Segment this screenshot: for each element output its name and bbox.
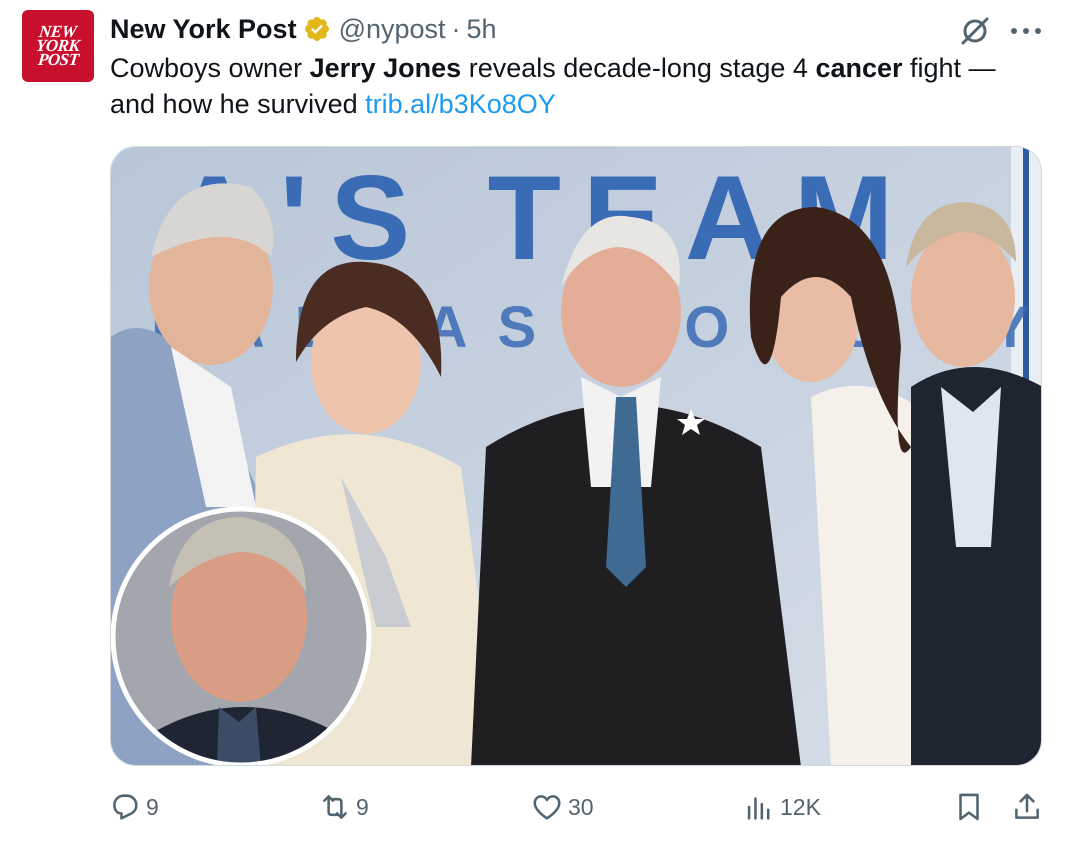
reply-button[interactable]: 9 [108, 790, 159, 824]
avatar[interactable]: NEW YORK POST [22, 10, 94, 82]
more-options-icon[interactable] [1004, 14, 1048, 48]
post-bold-jerry-jones: Jerry Jones [309, 53, 462, 83]
reply-icon [113, 794, 138, 820]
bookmark-button[interactable] [952, 790, 986, 824]
repost-button[interactable]: 9 [318, 790, 369, 824]
repost-count: 9 [356, 793, 369, 820]
post-bold-cancer: cancer [815, 53, 903, 83]
post-link[interactable]: trib.al/b3Ko8OY [365, 89, 556, 119]
views-count: 12K [780, 793, 821, 820]
action-bar: 9 9 30 12K [0, 784, 1072, 832]
post-text-part-2: reveals decade-long stage 4 [461, 53, 816, 83]
grok-icon[interactable] [958, 14, 992, 48]
like-button[interactable]: 30 [530, 790, 594, 824]
heart-icon [533, 795, 561, 820]
tweet-header: New York Post @nypost · 5h [110, 12, 497, 46]
account-handle[interactable]: @nypost [339, 14, 446, 45]
inset-circle-photo [111, 506, 372, 765]
post-timestamp[interactable]: 5h [467, 14, 497, 45]
header-separator: · [451, 13, 461, 44]
bookmark-icon [959, 793, 979, 821]
post-text: Cowboys owner Jerry Jones reveals decade… [110, 50, 1040, 122]
post-text-part-1: Cowboys owner [110, 53, 310, 83]
share-icon [1015, 793, 1039, 819]
views-icon [747, 797, 770, 820]
reply-count: 9 [146, 793, 159, 820]
views-button[interactable]: 12K [742, 790, 821, 824]
avatar-line-3: POST [36, 50, 80, 69]
post-image[interactable]: A'S TEAM DALLAS COWBOYS [110, 146, 1042, 766]
share-button[interactable] [1010, 790, 1044, 824]
like-count: 30 [568, 793, 594, 820]
repost-icon [323, 795, 347, 819]
account-name[interactable]: New York Post [110, 14, 297, 45]
tweet[interactable]: NEW YORK POST New York Post @nypost · 5h… [0, 0, 1072, 844]
verified-badge-icon[interactable] [303, 15, 331, 43]
